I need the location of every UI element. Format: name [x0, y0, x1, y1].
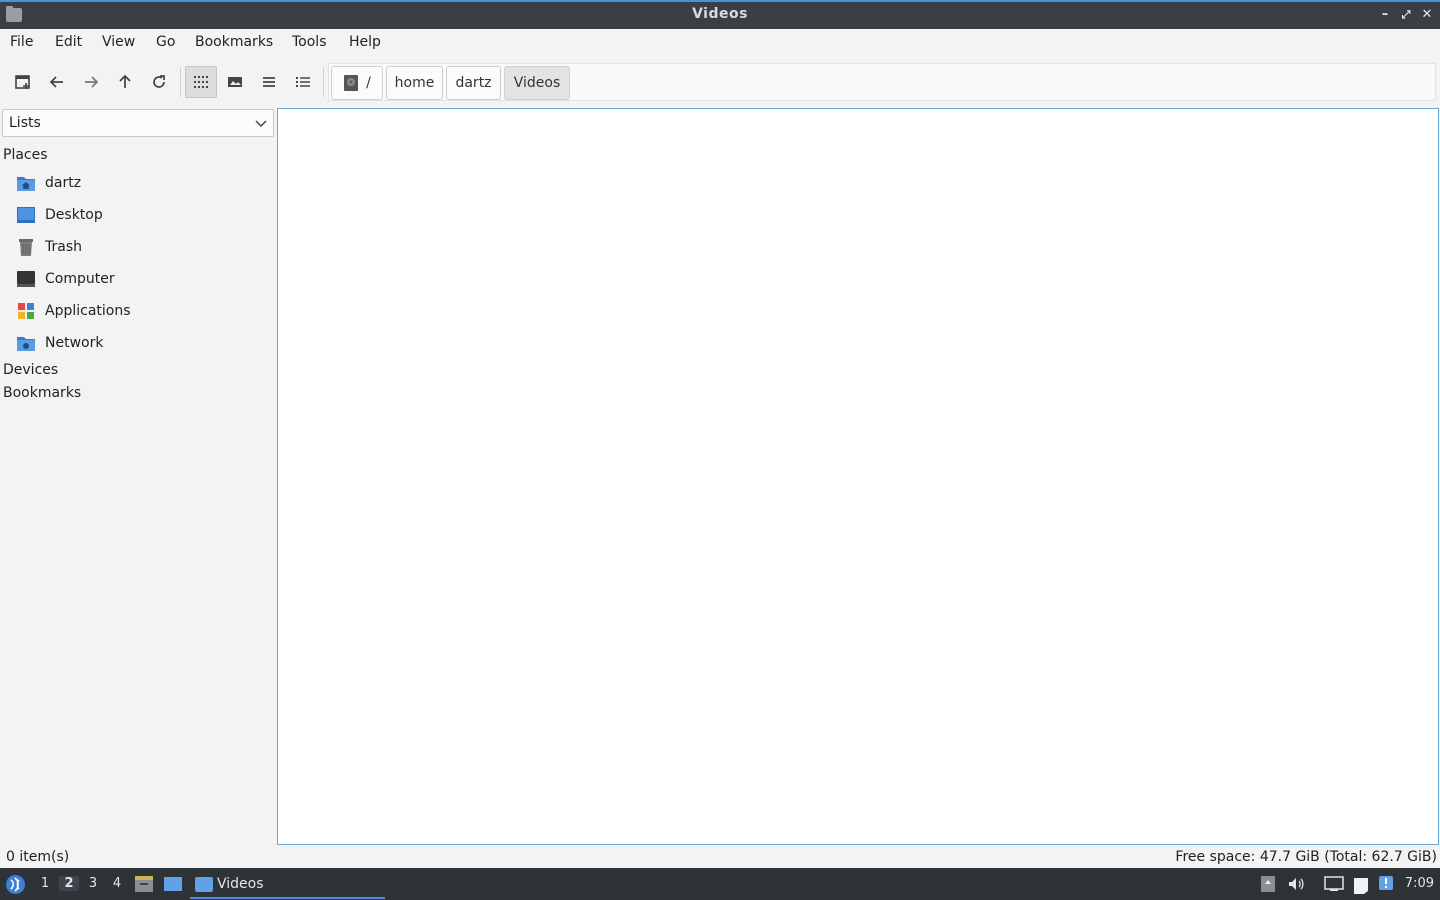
sidebar-item-network[interactable]: Network — [16, 330, 271, 356]
menu-bar: File Edit View Go Bookmarks Tools Help — [0, 29, 1440, 57]
computer-icon — [17, 271, 35, 287]
path-segment-label: dartz — [455, 75, 492, 91]
side-pane: Lists Places dartz Desktop Trash Compute… — [0, 107, 276, 847]
compact-view-icon — [263, 77, 275, 87]
new-tab-button[interactable] — [7, 66, 39, 98]
sidebar-item-label: dartz — [45, 175, 82, 191]
home-folder-icon — [17, 177, 35, 191]
menu-tools[interactable]: Tools — [292, 34, 327, 50]
free-space: Free space: 47.7 GiB (Total: 62.7 GiB) — [1175, 849, 1437, 865]
reload-button[interactable] — [143, 66, 175, 98]
detailed-list-view-icon — [296, 77, 310, 87]
side-pane-mode-label: Lists — [9, 115, 41, 131]
workspace-1[interactable]: 1 — [35, 876, 55, 891]
title-bar[interactable]: Videos – ⤢ ✕ — [0, 0, 1440, 29]
sidebar-item-applications[interactable]: Applications — [16, 298, 271, 324]
menu-view[interactable]: View — [102, 34, 135, 50]
path-segment-videos[interactable]: Videos — [504, 66, 570, 100]
disk-icon — [344, 75, 359, 91]
icon-view-icon — [194, 76, 208, 88]
thumbnail-view-button[interactable] — [219, 66, 251, 98]
icon-view-button[interactable] — [185, 66, 217, 98]
clipboard-icon[interactable] — [1351, 875, 1371, 895]
forward-arrow-icon — [85, 76, 99, 88]
sidebar-item-label: Desktop — [45, 207, 103, 223]
sidebar-item-label: Applications — [45, 303, 131, 319]
maximize-button[interactable]: ⤢ — [1397, 6, 1415, 24]
toolbar: / home dartz Videos — [0, 57, 1440, 107]
notification-icon[interactable] — [1378, 875, 1394, 893]
back-button[interactable] — [41, 66, 73, 98]
menu-file[interactable]: File — [10, 34, 33, 50]
workspace-4[interactable]: 4 — [107, 876, 127, 891]
new-tab-icon — [15, 75, 30, 89]
up-arrow-icon — [119, 74, 131, 88]
side-pane-mode-select[interactable]: Lists — [2, 109, 274, 137]
folder-icon — [195, 876, 213, 892]
section-devices[interactable]: Devices — [3, 362, 58, 378]
applications-icon — [18, 303, 34, 319]
sidebar-item-label: Computer — [45, 271, 115, 287]
reload-icon — [153, 75, 165, 88]
forward-button[interactable] — [75, 66, 107, 98]
sidebar-item-label: Network — [45, 335, 104, 351]
close-button[interactable]: ✕ — [1418, 6, 1436, 24]
desktop-icon — [17, 207, 35, 223]
network-folder-icon — [17, 337, 35, 351]
path-segment-label: Videos — [513, 75, 561, 91]
path-bar: / home dartz Videos — [328, 63, 1436, 101]
detailed-list-view-button[interactable] — [287, 66, 319, 98]
file-view[interactable] — [277, 108, 1439, 845]
volume-icon[interactable] — [1287, 875, 1305, 893]
thumbnail-view-icon — [228, 77, 242, 87]
network-monitor-icon[interactable] — [1324, 875, 1344, 893]
section-places[interactable]: Places — [3, 147, 48, 163]
removable-drive-icon[interactable] — [1260, 875, 1276, 893]
taskbar: 1 2 3 4 Videos 7:09 — [0, 868, 1440, 900]
minimize-button[interactable]: – — [1376, 6, 1394, 24]
file-manager-launcher-icon[interactable] — [134, 875, 154, 893]
up-button[interactable] — [109, 66, 141, 98]
workspace-2[interactable]: 2 — [59, 876, 79, 891]
sidebar-item-trash[interactable]: Trash — [16, 234, 271, 260]
compact-view-button[interactable] — [253, 66, 285, 98]
path-segment-label: / — [366, 75, 371, 91]
sidebar-item-home[interactable]: dartz — [16, 170, 271, 196]
sidebar-item-computer[interactable]: Computer — [16, 266, 271, 292]
status-bar: 0 item(s) Free space: 47.7 GiB (Total: 6… — [0, 847, 1440, 868]
clock[interactable]: 7:09 — [1405, 876, 1434, 891]
menu-bookmarks[interactable]: Bookmarks — [195, 34, 273, 50]
window-title: Videos — [692, 6, 748, 22]
menu-go[interactable]: Go — [156, 34, 175, 50]
path-segment-dartz[interactable]: dartz — [446, 66, 501, 100]
path-segment-label: home — [394, 75, 435, 91]
start-menu-icon[interactable] — [5, 874, 26, 895]
path-segment-home[interactable]: home — [386, 66, 443, 100]
path-segment-root[interactable]: / — [331, 66, 383, 100]
show-desktop-icon[interactable] — [163, 876, 183, 892]
back-arrow-icon — [49, 76, 63, 88]
sidebar-item-label: Trash — [45, 239, 82, 255]
sidebar-item-desktop[interactable]: Desktop — [16, 202, 271, 228]
taskbar-task-videos[interactable]: Videos — [190, 871, 385, 899]
chevron-down-icon — [255, 120, 267, 128]
taskbar-task-label: Videos — [217, 876, 264, 892]
menu-edit[interactable]: Edit — [55, 34, 82, 50]
menu-help[interactable]: Help — [349, 34, 381, 50]
item-count: 0 item(s) — [6, 849, 70, 865]
section-bookmarks[interactable]: Bookmarks — [3, 385, 81, 401]
trash-icon — [19, 239, 33, 256]
workspace-3[interactable]: 3 — [83, 876, 103, 891]
